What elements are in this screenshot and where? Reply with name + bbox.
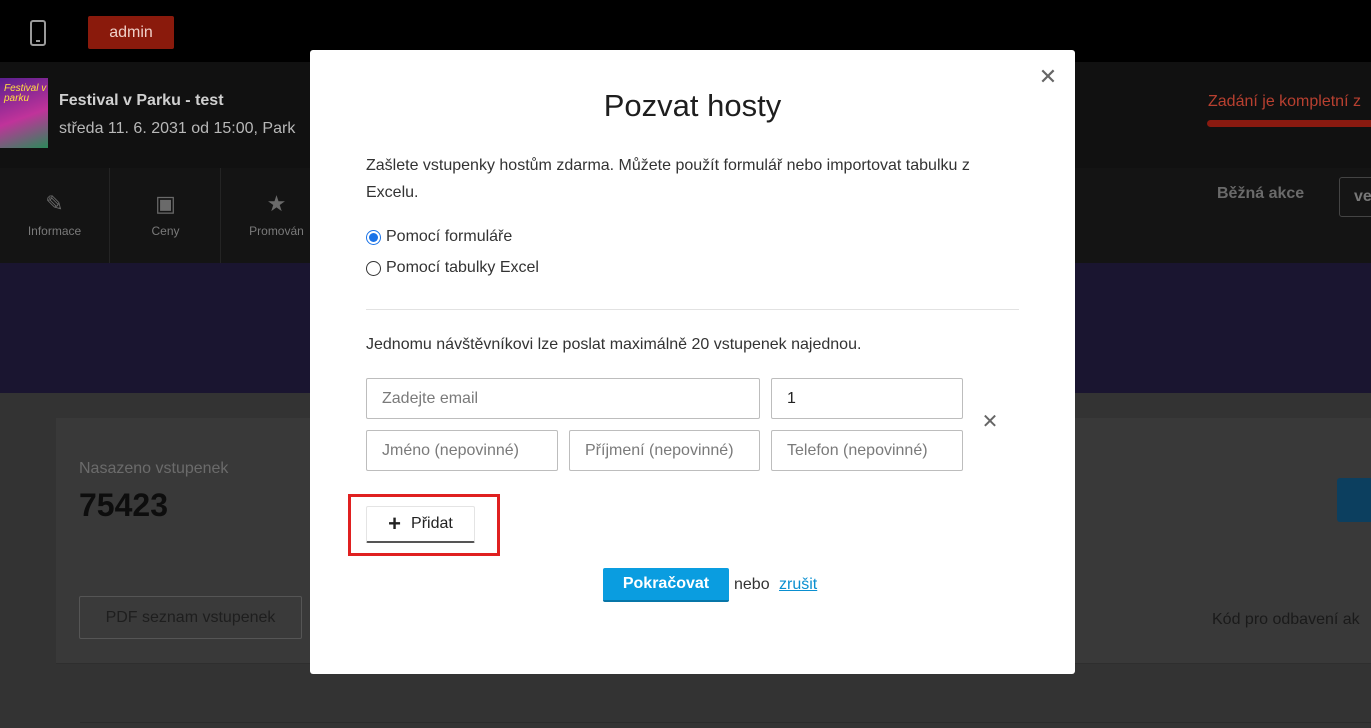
quantity-input[interactable]	[771, 378, 963, 419]
modal-title: Pozvat hosty	[603, 88, 782, 123]
modal-divider	[366, 309, 1019, 310]
option-form-label: Pomocí formuláře	[386, 228, 513, 245]
continue-button[interactable]: Pokračovat	[603, 568, 729, 602]
option-excel[interactable]: Pomocí tabulky Excel	[366, 257, 539, 279]
plus-icon: +	[388, 511, 402, 536]
last-name-input[interactable]	[569, 430, 760, 471]
remove-row-icon[interactable]: ✕	[980, 412, 1000, 432]
radio-unchecked-icon[interactable]	[366, 260, 381, 276]
email-input[interactable]	[366, 378, 760, 419]
radio-checked-icon[interactable]	[366, 229, 381, 245]
close-icon[interactable]: ✕	[1037, 66, 1059, 88]
first-name-input[interactable]	[366, 430, 558, 471]
option-form[interactable]: Pomocí formuláře	[366, 226, 512, 248]
invite-guests-modal: ✕ Pozvat hosty Zašlete vstupenky hostům …	[310, 50, 1075, 674]
cancel-link[interactable]: zrušit	[779, 576, 817, 594]
option-excel-label: Pomocí tabulky Excel	[386, 259, 539, 276]
add-guest-label: Přidat	[411, 515, 453, 532]
add-guest-button[interactable]: + Přidat	[366, 506, 475, 543]
or-text: nebo	[734, 576, 770, 593]
max-tickets-note: Jednomu návštěvníkovi lze poslat maximál…	[366, 336, 862, 353]
modal-intro: Zašlete vstupenky hostům zdarma. Můžete …	[366, 157, 970, 201]
phone-input[interactable]	[771, 430, 963, 471]
